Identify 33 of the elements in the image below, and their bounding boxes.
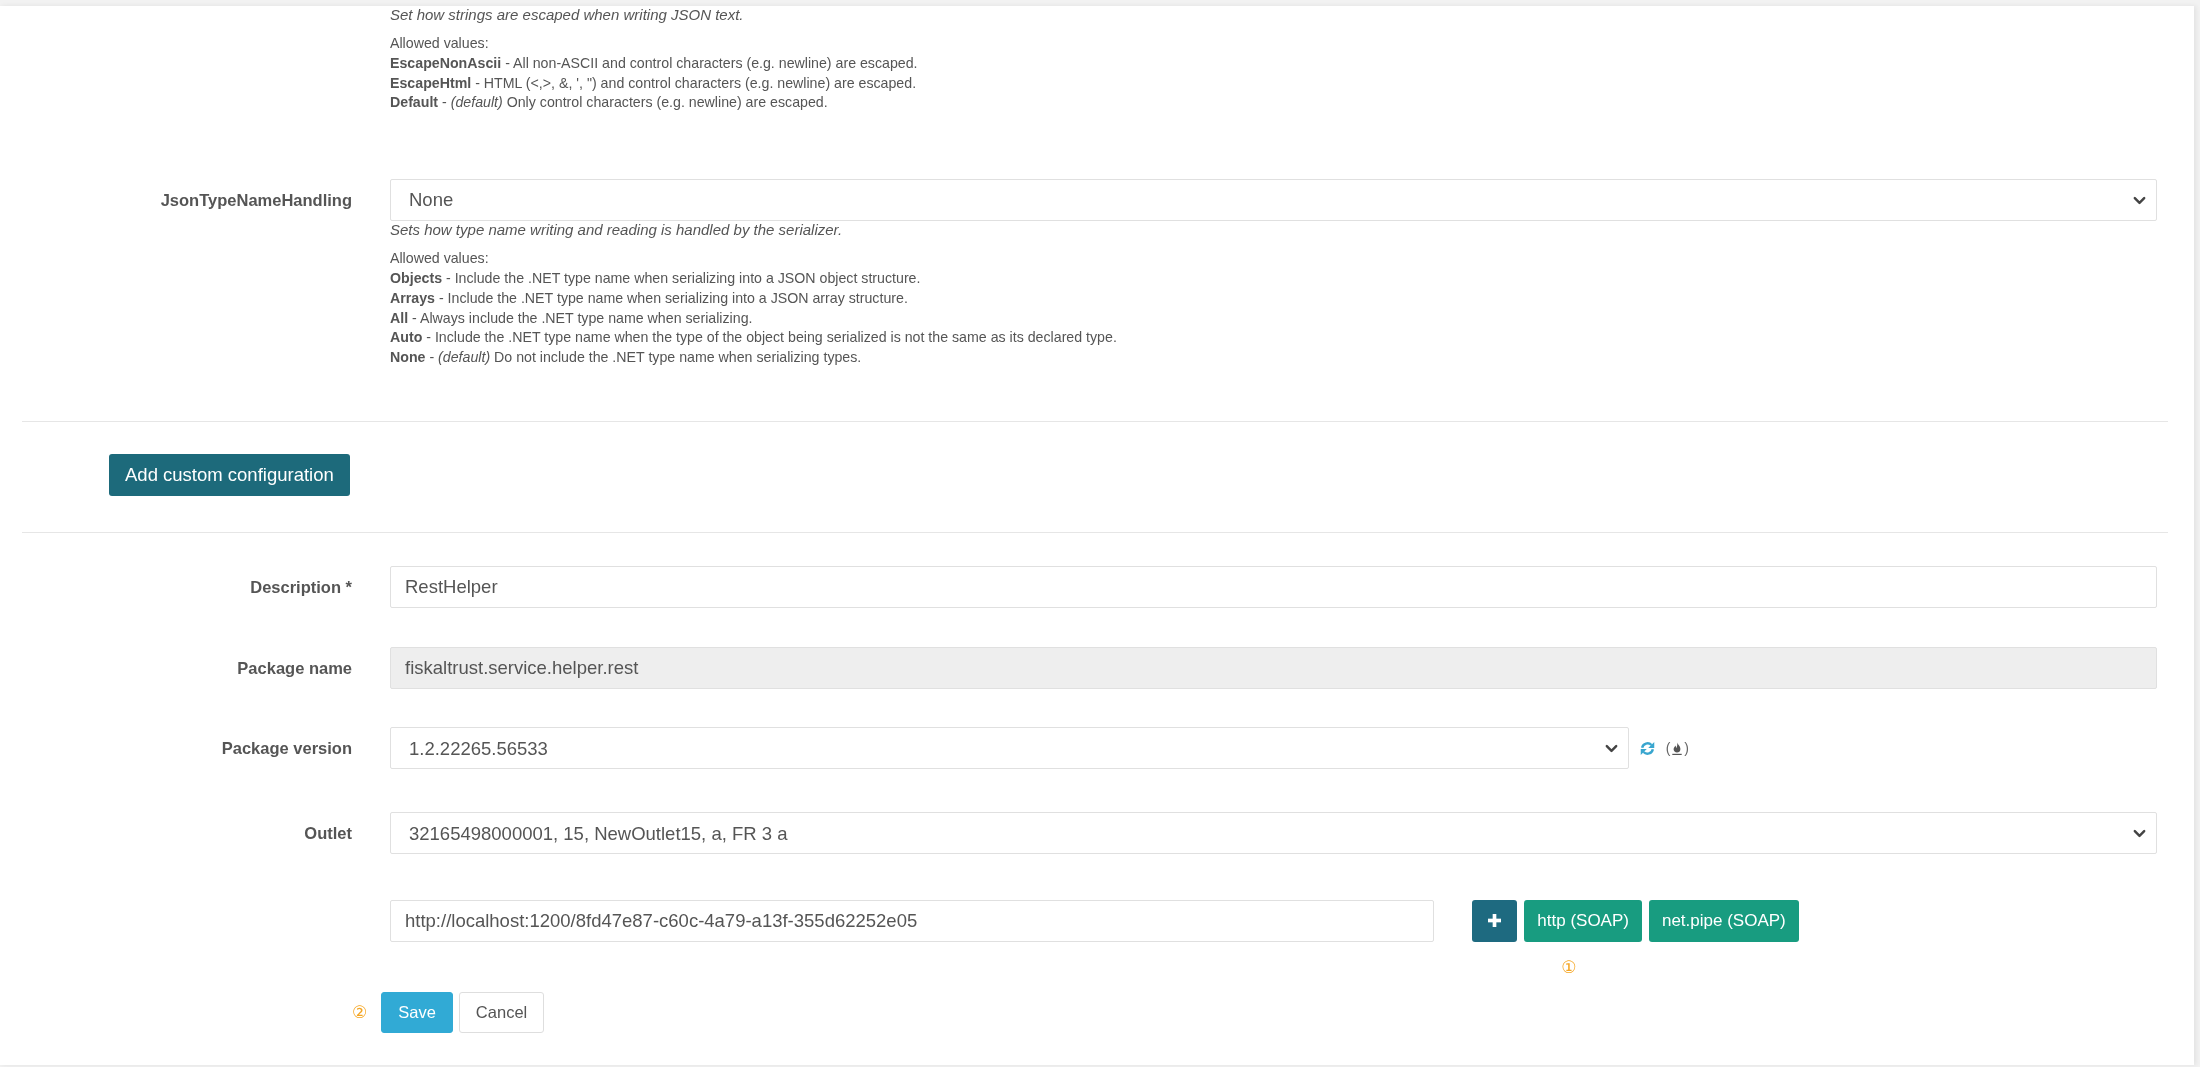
step-marker: ② [352, 1003, 368, 1022]
allowed-value-text: All - Always include the .NET type name when serializing. [390, 308, 754, 328]
cancel-button[interactable]: Cancel [458, 991, 545, 1033]
allowed-value-text: Auto - Include the .NET type name when the type of the object being serialized is not the same as its declared type. [390, 328, 1118, 348]
allowed-value-text: EscapeHtml - HTML (<,>, &, ', ") and control characters (e.g. newline) are escaped. [390, 73, 918, 93]
bracket-text: ( [1665, 739, 1671, 759]
allowed-value-text: Default - (default) Only control characters (e.g. newline) are escaped. [390, 93, 829, 113]
plus-icon [1488, 914, 1502, 928]
allowed-values-heading: Allowed values: [390, 249, 490, 269]
field-label: Description * [250, 577, 352, 596]
field-label: Outlet [304, 823, 352, 842]
bracket-text: ) [1684, 739, 1689, 759]
allowed-value-text: None - (default) Do not include the .NET type name when serializing types. [390, 348, 863, 368]
field-label: Package name [237, 658, 352, 677]
dropdown[interactable]: 1.2.22265.56533 [390, 727, 1629, 770]
refresh-icon[interactable] [1639, 740, 1655, 756]
help-text: Sets how type name writing and reading is handled by the serializer. [390, 221, 844, 239]
text-field[interactable]: RestHelper [390, 566, 2157, 609]
step-marker: ① [1561, 957, 1577, 976]
setting-select[interactable]: None [390, 179, 2157, 222]
allowed-values-heading: Allowed values: [390, 34, 490, 53]
url-field[interactable]: http://localhost:1200/8fd47e87-c60c-4a79-a13f-355d62252e05 [390, 899, 1435, 942]
dropdown[interactable]: 32165498000001, 15, NewOutlet15, a, FR 3 a [390, 812, 2157, 855]
add-button[interactable] [1472, 899, 1518, 942]
add-custom-configuration-button[interactable]: Add custom configuration [109, 453, 350, 496]
allowed-value-text: Objects - Include the .NET type name when serializing into a JSON object structure. [390, 269, 922, 288]
field-label: Package version [221, 738, 352, 757]
allowed-value-text: EscapeNonAscii - All non-ASCII and control characters (e.g. newline) are escaped. [390, 53, 919, 73]
flame-icon [1672, 741, 1683, 755]
allowed-value-text: Arrays - Include the .NET type name when serializing into a JSON array structure. [390, 288, 909, 308]
help-text: Set how strings are escaped when writing JSON text. [390, 6, 745, 23]
readonly-text-field[interactable]: fiskaltrust.service.helper.rest [390, 647, 2157, 690]
setting-label: JsonTypeNameHandling [160, 191, 352, 210]
